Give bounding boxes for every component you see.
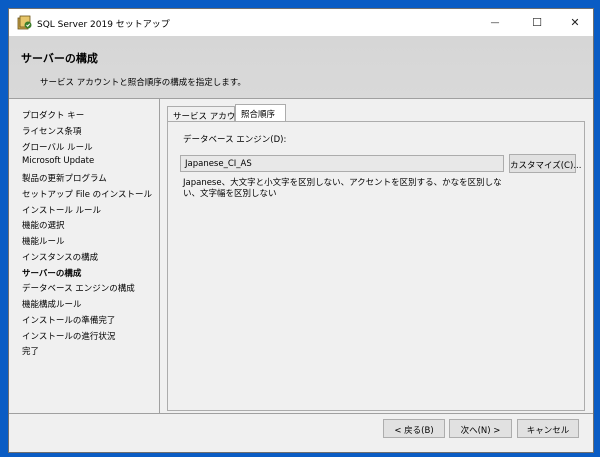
title-bar[interactable]: SQL Server 2019 セットアップ — ☐ ✕ — [9, 9, 593, 36]
step-product-key[interactable]: プロダクト キー — [22, 109, 84, 121]
step-installation-progress[interactable]: インストールの進行状況 — [22, 330, 115, 342]
minimize-icon: — — [490, 17, 500, 28]
window-title: SQL Server 2019 セットアップ — [37, 20, 170, 30]
sql-server-setup-icon — [17, 15, 32, 30]
footer-divider — [9, 413, 593, 414]
collation-panel: データベース エンジン(D): Japanese_CI_AS カスタマイズ(C)… — [167, 121, 585, 411]
collation-value-field[interactable]: Japanese_CI_AS — [180, 155, 504, 172]
back-button[interactable]: < 戻る(B) — [383, 419, 445, 438]
step-microsoft-update[interactable]: Microsoft Update — [22, 156, 94, 166]
page-header: サーバーの構成 サービス アカウントと照合順序の構成を指定します。 — [9, 36, 593, 99]
step-ready-to-install[interactable]: インストールの準備完了 — [22, 314, 115, 326]
maximize-button[interactable]: ☐ — [517, 9, 557, 36]
step-install-setup-files[interactable]: セットアップ File のインストール — [22, 188, 152, 200]
cancel-button[interactable]: キャンセル — [517, 419, 579, 438]
step-install-rules[interactable]: インストール ルール — [22, 204, 101, 216]
setup-steps-list: プロダクト キー ライセンス条項 グローバル ルール Microsoft Upd… — [9, 99, 160, 413]
tab-collation[interactable]: 照合順序 — [235, 104, 286, 122]
tab-service-accounts[interactable]: サービス アカウント — [167, 106, 252, 122]
step-feature-configuration-rules[interactable]: 機能構成ルール — [22, 298, 82, 310]
customize-button[interactable]: カスタマイズ(C)... — [509, 154, 581, 173]
minimize-button[interactable]: — — [475, 9, 515, 36]
page-title: サーバーの構成 — [21, 52, 98, 65]
step-product-updates[interactable]: 製品の更新プログラム — [22, 172, 107, 184]
collation-description: Japanese、大文字と小文字を区別しない、アクセントを区別する、かなを区別し… — [183, 178, 502, 199]
step-global-rules[interactable]: グローバル ルール — [22, 141, 93, 153]
step-feature-selection[interactable]: 機能の選択 — [22, 219, 65, 231]
close-button[interactable]: ✕ — [555, 9, 595, 36]
setup-window: SQL Server 2019 セットアップ — ☐ ✕ サーバーの構成 サービ… — [8, 8, 594, 453]
close-icon: ✕ — [570, 16, 580, 29]
step-database-engine-configuration[interactable]: データベース エンジンの構成 — [22, 282, 135, 294]
step-feature-rules[interactable]: 機能ルール — [22, 235, 65, 247]
step-server-configuration[interactable]: サーバーの構成 — [22, 267, 81, 279]
maximize-icon: ☐ — [532, 16, 542, 29]
step-license-terms[interactable]: ライセンス条項 — [22, 125, 81, 137]
database-engine-label: データベース エンジン(D): — [183, 135, 287, 145]
step-complete[interactable]: 完了 — [22, 345, 39, 357]
step-instance-configuration[interactable]: インスタンスの構成 — [22, 251, 98, 263]
page-subtitle: サービス アカウントと照合順序の構成を指定します。 — [40, 78, 246, 88]
next-button[interactable]: 次へ(N) > — [449, 419, 512, 438]
